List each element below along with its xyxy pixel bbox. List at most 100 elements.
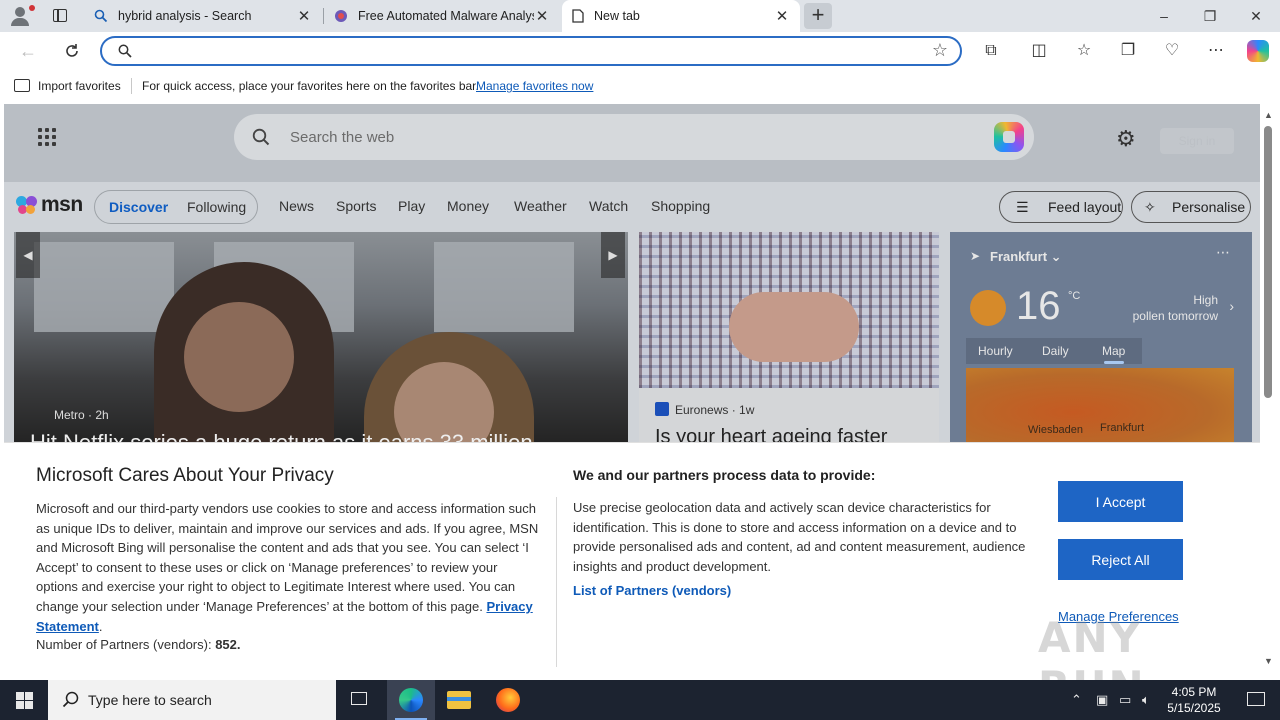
source-name: Metro [54,408,85,422]
favorite-star-icon[interactable]: ☆ [932,40,948,61]
import-favorites-button[interactable]: Import favorites [38,79,121,93]
story-card[interactable]: Euronews · 1w Is your heart ageing faste… [639,232,939,442]
accept-button[interactable]: I Accept [1058,481,1183,522]
new-tab-button[interactable]: + [804,3,832,29]
volume-icon[interactable]: 🔈︎ [1142,692,1150,708]
network-icon[interactable]: ▭ [1119,692,1131,708]
story-source: Metro · 2h [54,408,109,422]
feed-layout-button[interactable]: ☰ Feed layout [999,191,1123,223]
taskbar-search-placeholder: Type here to search [88,692,212,708]
msn-logo[interactable]: msn [16,192,83,218]
address-input[interactable] [140,42,920,60]
weather-location[interactable]: Frankfurt ⌄ [990,249,1062,265]
copilot-icon[interactable] [1244,38,1272,64]
extensions-icon[interactable]: ⧉ [977,38,1005,64]
gear-icon[interactable]: ⚙ [1116,126,1136,152]
search-icon [118,44,132,58]
scrollbar-thumb[interactable] [1264,126,1272,398]
tab-hourly[interactable]: Hourly [978,344,1013,358]
story-headline[interactable]: Is your heart ageing faster [655,426,887,442]
profile-icon[interactable] [8,4,35,28]
story-source: Euronews · 1w [655,402,754,417]
refresh-button[interactable] [58,38,86,64]
copilot-icon[interactable] [994,122,1024,152]
more-options-icon[interactable]: ⋯ [1216,244,1230,261]
top-story-card[interactable]: Metro · 2h Hit Netflix series a huge ret… [14,232,628,442]
taskbar-search[interactable]: Type here to search [48,680,336,720]
tab-malware-analysis[interactable]: Free Automated Malware Analysis ✕ [324,0,560,32]
tab-hybrid-analysis[interactable]: hybrid analysis - Search ✕ [84,0,322,32]
chevron-up-icon[interactable]: ⌃ [1071,692,1082,708]
close-icon[interactable]: ✕ [296,7,312,25]
story-headline[interactable]: Hit Netflix series a huge return as it e… [30,430,533,442]
weather-map[interactable]: Wiesbaden Frankfurt [966,368,1234,442]
weather-card[interactable]: ➤ Frankfurt ⌄ ⋯ 16 °C High pollen tomorr… [950,232,1252,442]
pollen-info: High pollen tomorrow [1133,292,1218,324]
feed-layout-label: Feed layout [1048,199,1122,215]
chevron-right-icon[interactable]: › [1229,298,1234,314]
processing-title: We and our partners process data to prov… [573,467,876,483]
nav-sports[interactable]: Sports [336,198,376,214]
collections-icon[interactable]: ❐ [1114,38,1142,64]
file-explorer-icon[interactable] [435,680,483,720]
close-icon[interactable]: ✕ [774,7,790,25]
nav-watch[interactable]: Watch [589,198,628,214]
privacy-text: Microsoft and our third-party vendors us… [36,501,539,614]
task-view-icon[interactable] [336,680,384,720]
partners-label: Number of Partners (vendors): [36,637,212,652]
tab-daily[interactable]: Daily [1042,344,1069,358]
story-image [184,302,294,412]
tab-title: New tab [594,9,640,23]
carousel-prev-button[interactable]: ◀ [16,232,40,278]
temperature: 16 [1016,284,1061,328]
sign-in-button[interactable]: Sign in [1160,128,1234,154]
scroll-down-icon[interactable]: ▼ [1264,656,1273,666]
personalise-button[interactable]: ✧ Personalise [1131,191,1251,223]
scroll-up-icon[interactable]: ▲ [1264,110,1273,120]
clock[interactable]: 4:05 PM 5/15/2025 [1162,684,1226,716]
nav-news[interactable]: News [279,198,314,214]
msn-butterfly-icon [16,194,38,216]
notifications-icon[interactable] [1232,680,1280,720]
clock-date: 5/15/2025 [1167,701,1221,715]
manage-favorites-link[interactable]: Manage favorites now [476,79,593,93]
restore-button[interactable]: ❐ [1187,0,1233,32]
edge-taskbar-icon[interactable] [387,680,435,720]
page-scrollbar[interactable]: ▲ ▼ [1260,104,1280,676]
device-icon[interactable]: ▣ [1096,692,1108,708]
feed-toggle: Discover Following [94,190,258,224]
tab-discover[interactable]: Discover [109,199,168,215]
location-arrow-icon: ➤ [970,249,981,263]
nav-play[interactable]: Play [398,198,425,214]
favorites-icon[interactable]: ☆ [1070,38,1098,64]
more-options-icon[interactable]: ⋯ [1202,38,1230,64]
start-button[interactable] [0,680,48,720]
personalise-icon: ✧ [1144,199,1156,215]
close-window-button[interactable]: ✕ [1233,0,1279,32]
web-search-box[interactable]: Search the web [234,114,1034,160]
msn-nav: msn Discover Following News Sports Play … [4,182,1260,232]
tab-map[interactable]: Map [1102,344,1125,364]
vendors-link[interactable]: List of Partners (vendors) [573,583,731,598]
map-label: Frankfurt [1100,422,1145,434]
carousel-next-button[interactable]: ▶ [601,232,625,278]
back-button[interactable]: ← [14,38,42,64]
minimize-button[interactable]: – [1141,0,1187,32]
close-icon[interactable]: ✕ [534,7,550,25]
euronews-icon [655,402,669,416]
performance-icon[interactable]: ♡ [1158,38,1186,64]
reject-all-button[interactable]: Reject All [1058,539,1183,580]
tab-new-tab[interactable]: New tab ✕ [562,0,800,32]
import-icon[interactable] [14,79,30,92]
nav-money[interactable]: Money [447,198,489,214]
nav-weather[interactable]: Weather [514,198,567,214]
firefox-icon[interactable] [484,680,532,720]
split-screen-icon[interactable]: ◫ [1025,38,1053,64]
nav-shopping[interactable]: Shopping [651,198,710,214]
apps-grid-icon[interactable] [38,128,58,148]
tab-title: hybrid analysis - Search [118,9,252,23]
tab-following[interactable]: Following [187,199,246,215]
temperature-unit[interactable]: °C [1068,290,1080,302]
address-bar[interactable]: ☆ [100,36,962,66]
tab-actions-icon[interactable] [48,6,72,26]
